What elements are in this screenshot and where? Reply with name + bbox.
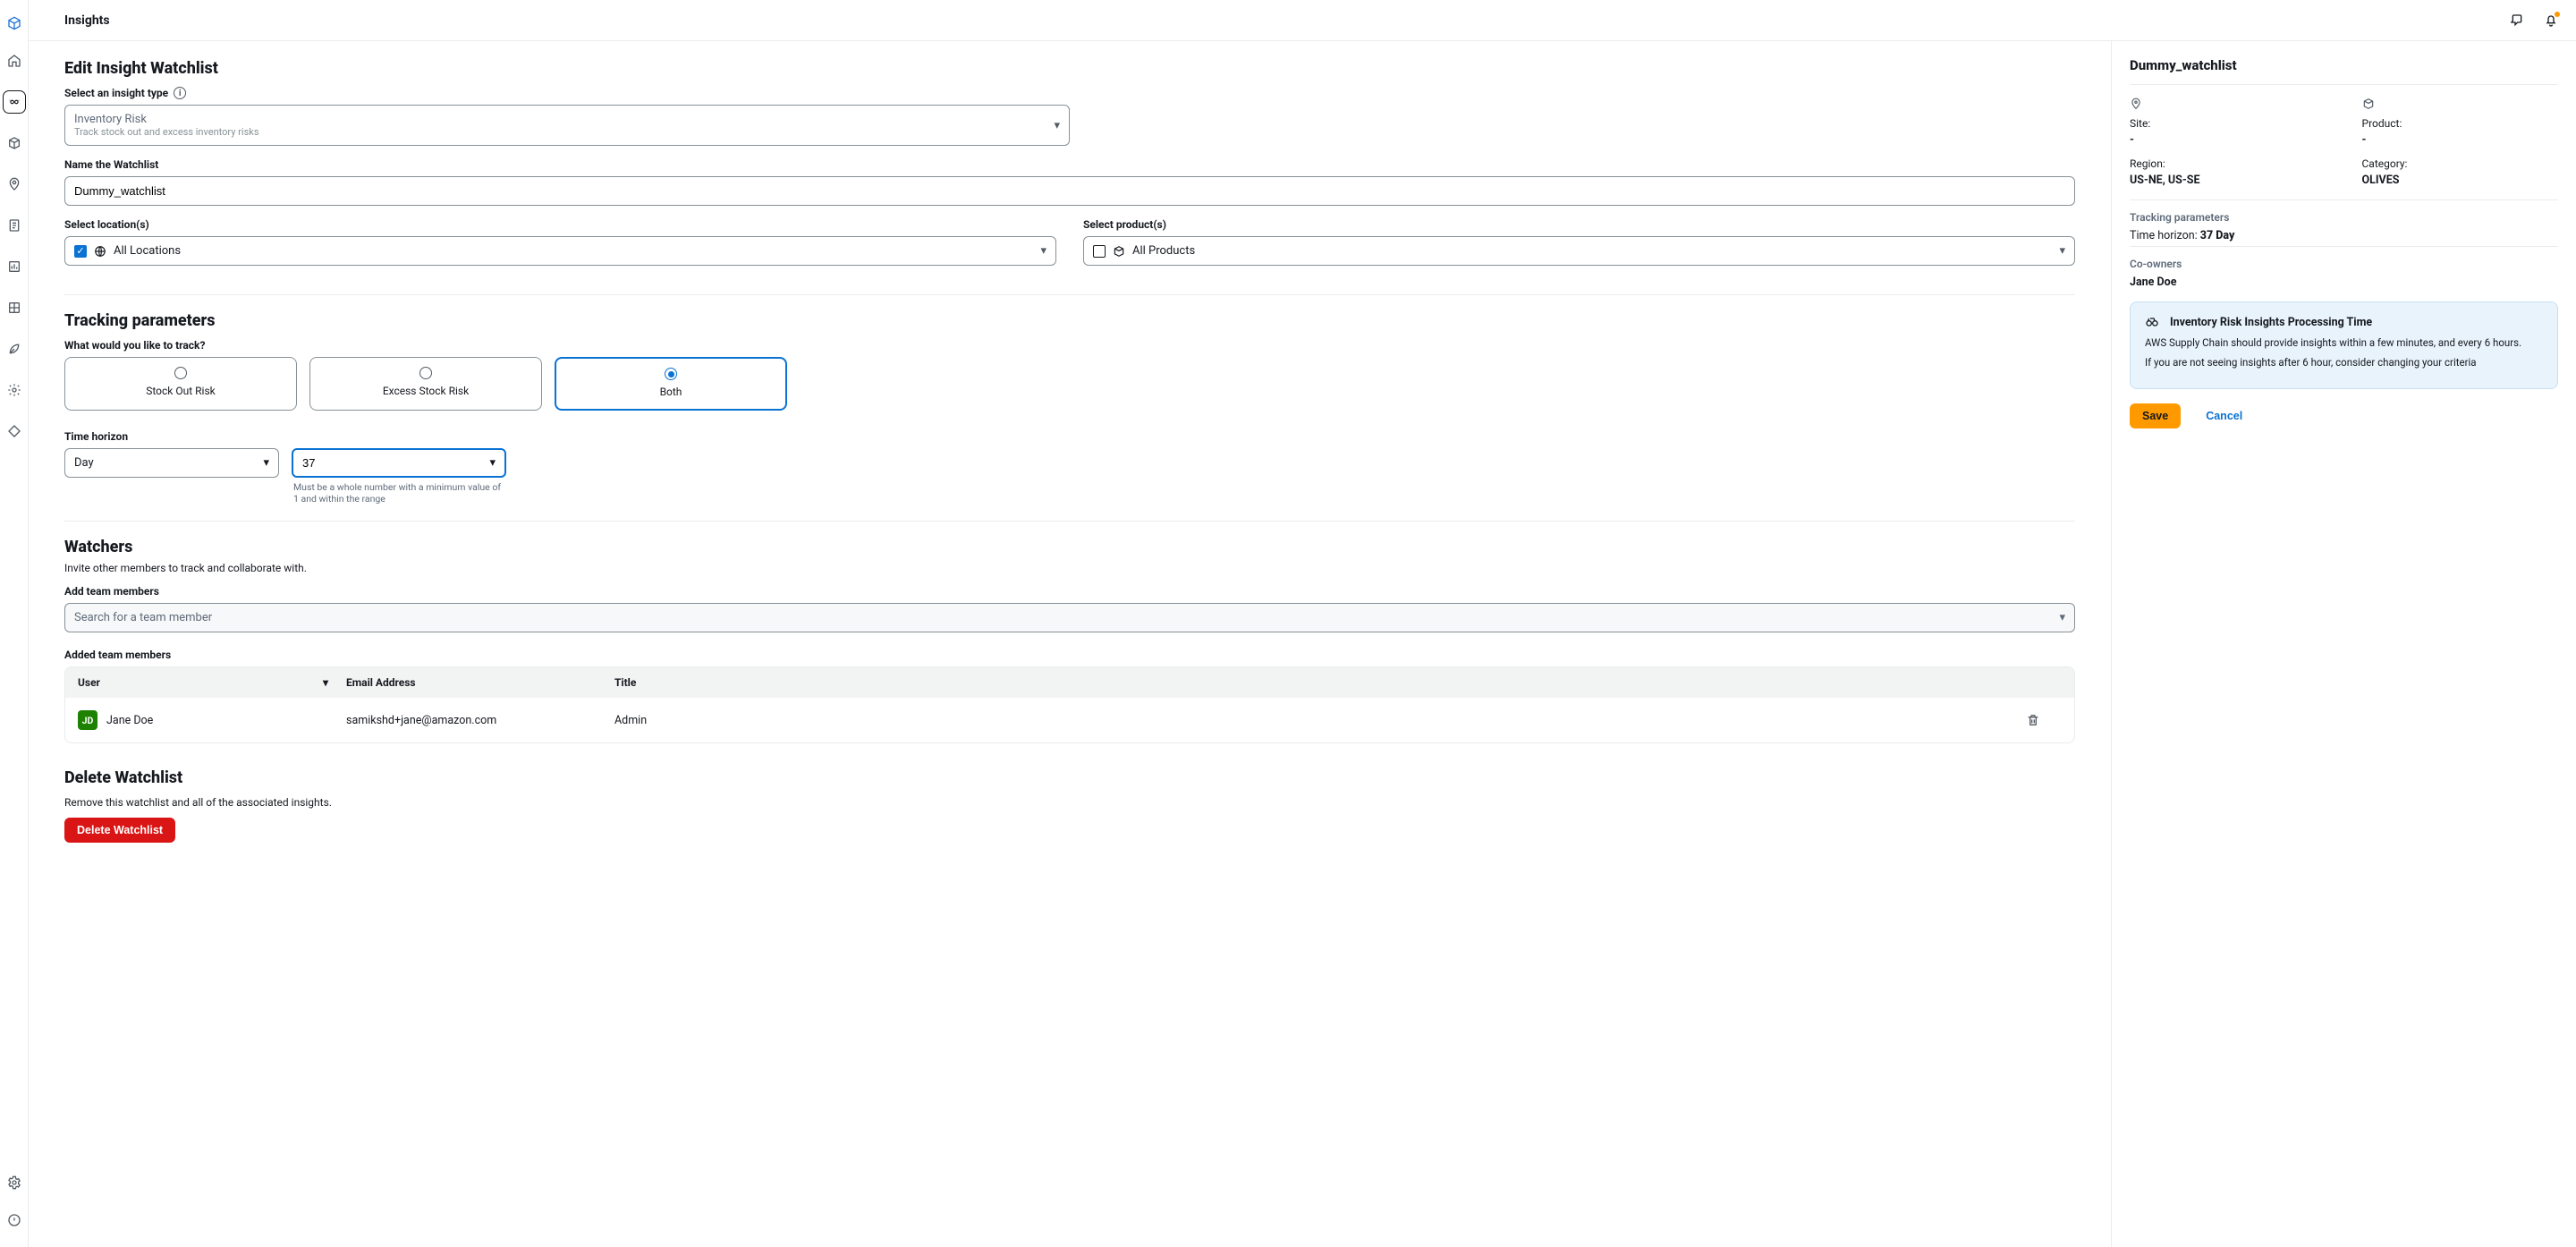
page-title: Insights — [64, 13, 110, 28]
nav-rail — [0, 0, 29, 1247]
radio-icon — [174, 367, 187, 379]
products-value: All Products — [1132, 244, 1195, 258]
form-area: Edit Insight Watchlist Select an insight… — [29, 41, 2111, 1247]
input-time-value[interactable] — [302, 456, 489, 470]
select-insight-type[interactable]: Inventory Risk Track stock out and exces… — [64, 105, 1070, 146]
delete-row-button[interactable] — [2026, 713, 2062, 727]
table-row: JD Jane Doe samikshd+jane@amazon.com Adm… — [65, 698, 2074, 742]
pin-icon — [2130, 98, 2326, 110]
info-title: Inventory Risk Insights Processing Time — [2170, 316, 2372, 329]
cube-icon — [1113, 245, 1125, 258]
heading-watchers: Watchers — [64, 538, 2075, 556]
watchers-desc: Invite other members to track and collab… — [64, 562, 2075, 574]
member-name: Jane Doe — [106, 714, 153, 727]
save-button[interactable]: Save — [2130, 403, 2181, 428]
heading-edit: Edit Insight Watchlist — [64, 59, 2075, 78]
label-name: Name the Watchlist — [64, 158, 2075, 171]
info-line-2: If you are not seeing insights after 6 h… — [2145, 356, 2543, 369]
site-value: - — [2130, 133, 2326, 147]
radio-icon — [665, 368, 677, 380]
delete-desc: Remove this watchlist and all of the ass… — [64, 796, 2075, 809]
chevron-down-icon: ▾ — [2059, 244, 2065, 258]
nav-pin[interactable] — [4, 174, 25, 195]
product-value: - — [2362, 133, 2559, 147]
info-icon[interactable]: i — [174, 87, 186, 99]
radio-stock-out[interactable]: Stock Out Risk — [64, 357, 297, 411]
input-watchlist-name-wrap — [64, 176, 2075, 206]
label-added-members: Added team members — [64, 649, 2075, 661]
sort-icon[interactable]: ▾ — [323, 676, 328, 689]
radio-both[interactable]: Both — [555, 357, 787, 411]
label-add-members: Add team members — [64, 585, 2075, 598]
nav-leaf[interactable] — [4, 338, 25, 360]
nav-insights[interactable] — [4, 91, 25, 113]
info-box: Inventory Risk Insights Processing Time … — [2130, 301, 2558, 389]
checkbox-icon: ✓ — [74, 245, 87, 258]
checkbox-icon — [1093, 245, 1106, 258]
table-header: User ▾ Email Address Title — [65, 667, 2074, 698]
nav-cube[interactable] — [4, 132, 25, 154]
globe-icon — [94, 245, 106, 258]
avatar: JD — [78, 710, 97, 730]
input-watchlist-name[interactable] — [74, 184, 2065, 198]
app-logo — [7, 16, 21, 30]
select-locations[interactable]: ✓ All Locations ▾ — [64, 236, 1056, 266]
radio-icon — [419, 367, 432, 379]
feedback-icon[interactable] — [2508, 12, 2526, 30]
chevron-down-icon: ▾ — [263, 456, 269, 470]
binoculars-icon — [2145, 315, 2159, 329]
nav-chart[interactable] — [4, 256, 25, 277]
region-label: Region: — [2130, 157, 2326, 170]
tracking-section-label: Tracking parameters — [2130, 199, 2558, 224]
time-hint: Must be a whole number with a minimum va… — [292, 481, 506, 505]
time-horizon-summary: Time horizon: 37 Day — [2130, 229, 2558, 242]
nav-doc[interactable] — [4, 215, 25, 236]
topbar: Insights — [29, 0, 2576, 41]
info-line-1: AWS Supply Chain should provide insights… — [2145, 336, 2543, 349]
member-email: samikshd+jane@amazon.com — [346, 714, 614, 727]
coowners-label: Co-owners — [2130, 246, 2558, 270]
nav-gear[interactable] — [4, 1172, 25, 1193]
notification-dot — [2555, 12, 2560, 17]
cube-icon — [2362, 98, 2559, 110]
heading-tracking: Tracking parameters — [64, 311, 2075, 330]
site-label: Site: — [2130, 117, 2326, 130]
coowners-value: Jane Doe — [2130, 276, 2558, 289]
select-products[interactable]: All Products ▾ — [1083, 236, 2075, 266]
label-track-question: What would you like to track? — [64, 339, 2075, 352]
label-time-horizon: Time horizon — [64, 430, 2075, 443]
chevron-down-icon: ▾ — [1054, 119, 1060, 132]
heading-delete: Delete Watchlist — [64, 768, 2075, 787]
nav-help[interactable] — [4, 1209, 25, 1231]
nav-grid[interactable] — [4, 297, 25, 318]
cancel-button[interactable]: Cancel — [2193, 403, 2255, 428]
nav-settings2[interactable] — [4, 379, 25, 401]
chevron-down-icon: ▾ — [2059, 611, 2065, 624]
summary-title: Dummy_watchlist — [2130, 57, 2558, 85]
label-insight-type: Select an insight type i — [64, 87, 2075, 99]
chevron-down-icon: ▾ — [1040, 244, 1046, 258]
radio-excess-stock[interactable]: Excess Stock Risk — [309, 357, 542, 411]
delete-watchlist-button[interactable]: Delete Watchlist — [64, 818, 175, 843]
search-team-member[interactable]: Search for a team member ▾ — [64, 603, 2075, 632]
members-table: User ▾ Email Address Title JD Jane Doe s… — [64, 666, 2075, 743]
notifications-icon[interactable] — [2542, 12, 2560, 30]
member-title: Admin — [614, 714, 2026, 727]
label-products: Select product(s) — [1083, 218, 2075, 231]
region-value: US-NE, US-SE — [2130, 174, 2326, 187]
chevron-down-icon[interactable]: ▾ — [489, 456, 496, 470]
product-label: Product: — [2362, 117, 2559, 130]
input-time-value-wrap: ▾ — [292, 448, 506, 478]
nav-home[interactable] — [4, 50, 25, 72]
locations-value: All Locations — [114, 244, 181, 258]
summary-panel: Dummy_watchlist Site: - Region: US-NE, U… — [2111, 41, 2576, 1247]
category-label: Category: — [2362, 157, 2559, 170]
nav-diamond[interactable] — [4, 420, 25, 442]
label-locations: Select location(s) — [64, 218, 1056, 231]
select-time-unit[interactable]: Day ▾ — [64, 448, 279, 478]
category-value: OLIVES — [2362, 174, 2559, 187]
